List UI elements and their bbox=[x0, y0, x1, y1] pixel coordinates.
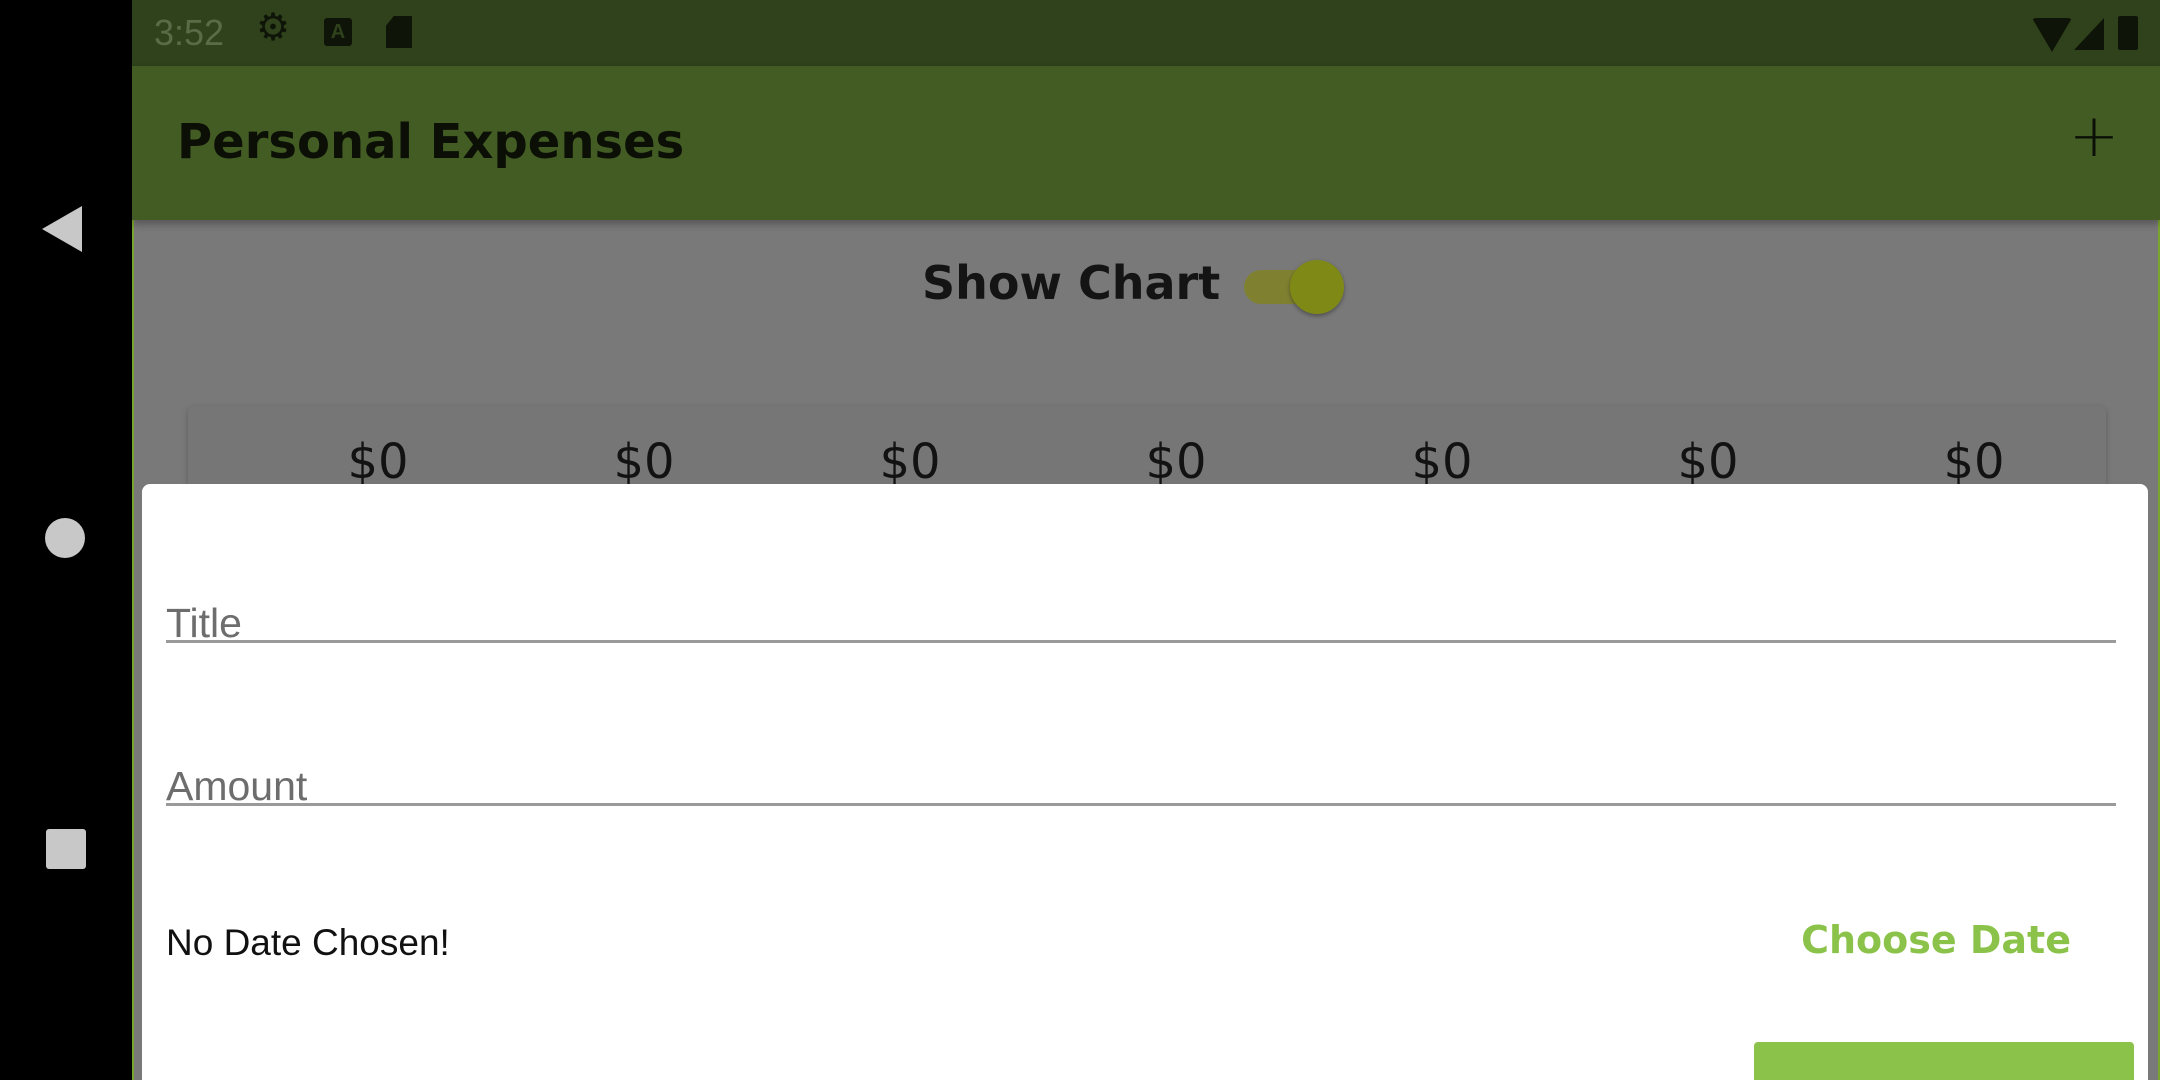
chart-bar-value: $0 bbox=[613, 434, 675, 490]
chart-bar-value: $0 bbox=[1943, 434, 2005, 490]
date-row: No Date Chosen! Choose Date bbox=[166, 910, 2116, 990]
chart-bar-value: $0 bbox=[347, 434, 409, 490]
status-time: 3:52 bbox=[154, 12, 225, 53]
chart-toggle-row: Show Chart bbox=[132, 250, 2160, 322]
battery-icon bbox=[2118, 16, 2138, 50]
choose-date-button[interactable]: Choose Date bbox=[1801, 918, 2071, 962]
chart-bar-value: $0 bbox=[1411, 434, 1473, 490]
title-field[interactable]: Title bbox=[166, 520, 2116, 646]
page-title: Personal Expenses bbox=[177, 114, 685, 170]
back-icon[interactable] bbox=[42, 206, 82, 252]
amount-field[interactable]: Amount bbox=[166, 683, 2116, 809]
home-icon[interactable] bbox=[45, 518, 85, 558]
sd-card-icon bbox=[386, 16, 412, 48]
show-chart-label: Show Chart bbox=[922, 256, 1221, 310]
switch-thumb[interactable] bbox=[1290, 260, 1344, 314]
add-expense-button[interactable]: + bbox=[2064, 106, 2124, 168]
a-badge-icon: A bbox=[324, 18, 352, 46]
gear-icon: ⚙ bbox=[256, 7, 291, 49]
recents-icon[interactable] bbox=[46, 829, 86, 869]
wifi-icon bbox=[2032, 18, 2072, 52]
app-bar: Personal Expenses + bbox=[132, 66, 2160, 220]
signal-icon bbox=[2074, 18, 2104, 50]
date-status-text: No Date Chosen! bbox=[166, 922, 450, 963]
new-transaction-sheet: Title Amount No Date Chosen! Choose Date bbox=[142, 484, 2148, 1080]
add-transaction-button[interactable] bbox=[1754, 1042, 2134, 1080]
amount-placeholder: Amount bbox=[166, 763, 308, 809]
status-bar: 3:52 ⚙ A bbox=[132, 0, 2160, 66]
chart-bar-value: $0 bbox=[879, 434, 941, 490]
chart-bar-value: $0 bbox=[1677, 434, 1739, 490]
title-placeholder: Title bbox=[166, 600, 242, 646]
system-navigation-bar bbox=[0, 0, 132, 1080]
chart-bar-value: $0 bbox=[1145, 434, 1207, 490]
app-window: 3:52 ⚙ A Personal Expenses + Show Chart … bbox=[132, 0, 2160, 1080]
